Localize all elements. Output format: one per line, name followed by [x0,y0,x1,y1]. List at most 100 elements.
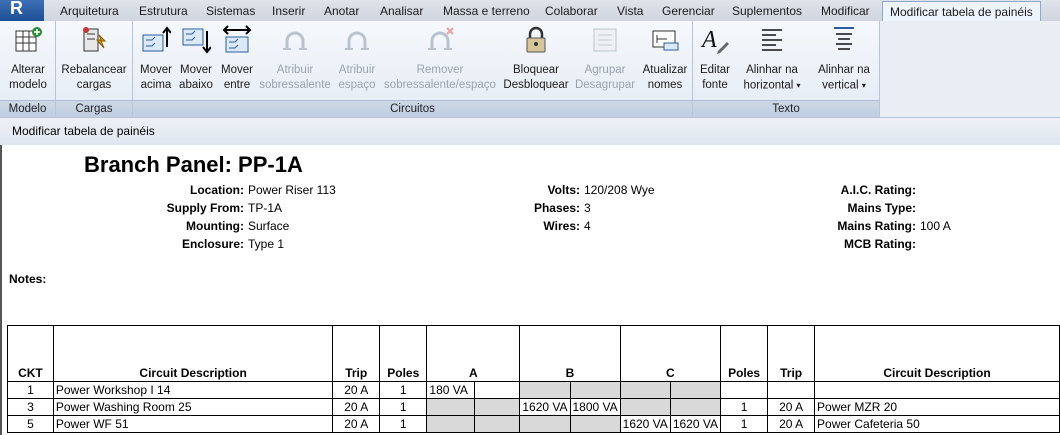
panel-cargas: Rebalancear cargas Cargas [56,21,133,117]
table-row[interactable]: 3 Power Washing Room 25 20 A 1 1620 VA 1… [7,398,1060,416]
tab-anotar[interactable]: Anotar [322,3,361,21]
description-right-cell[interactable] [814,381,1060,399]
trip-right-cell[interactable]: 20 A [767,398,816,416]
ribbon-empty-area [880,21,1060,117]
mover-entre-label-2: entre [223,79,251,91]
tab-gerenciar[interactable]: Gerenciar [660,3,717,21]
rebalancear-label-1: Rebalancear [61,64,127,76]
phase-c-load-cell[interactable] [669,381,721,399]
tab-analisar[interactable]: Analisar [378,3,425,21]
poles-cell[interactable]: 1 [379,398,428,416]
trip-cell[interactable]: 20 A [332,381,381,399]
wires-value[interactable]: 4 [584,219,591,233]
trip-right-cell[interactable] [767,381,816,399]
atualizar-nomes-button[interactable]: Atualizar nomes [639,25,691,97]
mains-rating-value[interactable]: 100 A [920,219,951,233]
rebalancear-cargas-button[interactable]: Rebalancear cargas [58,25,130,97]
tab-arquitetura[interactable]: Arquitetura [58,3,121,21]
description-right-cell[interactable]: Power Cafeteria 50 [814,415,1060,433]
phase-b-load-cell[interactable]: 1620 VA [519,398,571,416]
description-cell[interactable]: Power Washing Room 25 [52,398,334,416]
tab-suplementos[interactable]: Suplementos [730,3,804,21]
col-header-trip[interactable]: Trip [332,325,381,382]
mover-acima-button[interactable]: Mover acima [137,25,175,97]
phase-a-load-cell[interactable] [474,398,521,416]
phase-b-load-cell[interactable] [519,415,571,433]
description-right-cell[interactable]: Power MZR 20 [814,398,1060,416]
col-header-description[interactable]: Circuit Description [52,325,334,382]
trip-cell[interactable]: 20 A [332,398,381,416]
supply-from-value[interactable]: TP-1A [248,201,282,215]
table-row[interactable]: 1 Power Workshop I 14 20 A 1 180 VA [7,381,1060,399]
mover-entre-button[interactable]: Mover entre [217,25,257,97]
trip-cell[interactable]: 20 A [332,415,381,433]
alinhar-vertical-button[interactable]: Alinhar na vertical ▾ [811,25,877,97]
phase-b-load-cell[interactable] [569,415,621,433]
poles-right-cell[interactable] [719,381,769,399]
col-header-description-right[interactable]: Circuit Description [814,325,1060,382]
poles-right-cell[interactable]: 1 [719,398,769,416]
mover-abaixo-label-2: abaixo [179,79,213,91]
schedule-title[interactable]: Branch Panel: PP-1A [84,152,303,178]
poles-right-cell[interactable]: 1 [719,415,769,433]
phase-c-load-cell[interactable] [619,381,671,399]
col-header-poles[interactable]: Poles [379,325,428,382]
panel-circuitos: Mover acima Mover abaixo Mover entre Atribu… [133,21,693,117]
application-menu-button[interactable]: R [0,0,44,21]
tab-estrutura[interactable]: Estrutura [137,3,190,21]
enclosure-value[interactable]: Type 1 [248,237,284,251]
alinhar-horizontal-button[interactable]: Alinhar na horizontal ▾ [739,25,805,97]
col-header-trip-right[interactable]: Trip [767,325,816,382]
table-row[interactable]: 5 Power WF 51 20 A 1 1620 VA 1620 VA 1 2… [7,415,1060,433]
tab-vista[interactable]: Vista [615,3,645,21]
agrupar-desagrupar-button[interactable]: Agrupar Desagrupar [573,25,637,97]
phase-c-load-cell[interactable]: 1620 VA [619,415,671,433]
tab-massa-e-terreno[interactable]: Massa e terreno [441,3,532,21]
mover-acima-label-2: acima [140,79,172,91]
remover-sobressalente-button[interactable]: Remover sobressalente/espaço [383,25,497,97]
ckt-cell[interactable]: 5 [7,415,54,433]
editar-fonte-button[interactable]: A Editar fonte [695,25,735,97]
col-header-poles-right[interactable]: Poles [719,325,769,382]
poles-cell[interactable]: 1 [379,381,428,399]
panel-texto: A Editar fonte Alinhar na horizontal ▾ Ali… [693,21,880,117]
tab-inserir[interactable]: Inserir [270,3,307,21]
alterar-modelo-button[interactable]: Alterar modelo [3,25,53,97]
description-cell[interactable]: Power WF 51 [52,415,334,433]
phase-b-load-cell[interactable]: 1800 VA [569,398,621,416]
ckt-cell[interactable]: 1 [7,381,54,399]
atribuir-espaco-button[interactable]: Atribuir espaço [333,25,381,97]
tab-colaborar[interactable]: Colaborar [543,3,600,21]
col-header-phase-c[interactable]: C [619,325,721,382]
tab-modificar[interactable]: Modificar [819,3,872,21]
phase-c-load-cell[interactable]: 1620 VA [669,415,721,433]
mounting-value[interactable]: Surface [248,219,289,233]
phase-a-load-cell[interactable]: 180 VA [426,381,476,399]
tab-sistemas[interactable]: Sistemas [204,3,257,21]
phase-a-load-cell[interactable] [426,398,476,416]
col-header-phase-b[interactable]: B [519,325,621,382]
phase-a-load-cell[interactable] [474,415,521,433]
phase-c-load-cell[interactable] [619,398,671,416]
mover-abaixo-button[interactable]: Mover abaixo [176,25,216,97]
ckt-cell[interactable]: 3 [7,398,54,416]
description-cell[interactable]: Power Workshop I 14 [52,381,334,399]
rebalance-icon [83,27,107,52]
location-value[interactable]: Power Riser 113 [248,183,336,197]
col-header-phase-a[interactable]: A [426,325,521,382]
bloquear-desbloquear-button[interactable]: Bloquear Desbloquear [501,25,571,97]
atribuir-sobressalente-button[interactable]: Atribuir sobressalente [258,25,332,97]
poles-cell[interactable]: 1 [379,415,428,433]
phase-c-load-cell[interactable] [669,398,721,416]
volts-value[interactable]: 120/208 Wye [584,183,655,197]
col-header-ckt[interactable]: CKT [7,325,54,382]
phase-a-load-cell[interactable] [426,415,476,433]
remove-spare-icon [428,27,454,50]
phase-a-load-cell[interactable] [474,381,521,399]
phases-value[interactable]: 3 [584,201,591,215]
trip-right-cell[interactable]: 20 A [767,415,816,433]
phase-b-load-cell[interactable] [519,381,571,399]
tab-modificar-tabela-de-paineis[interactable]: Modificar tabela de painéis [882,1,1041,23]
editar-fonte-label-2: fonte [702,79,728,91]
phase-b-load-cell[interactable] [569,381,621,399]
